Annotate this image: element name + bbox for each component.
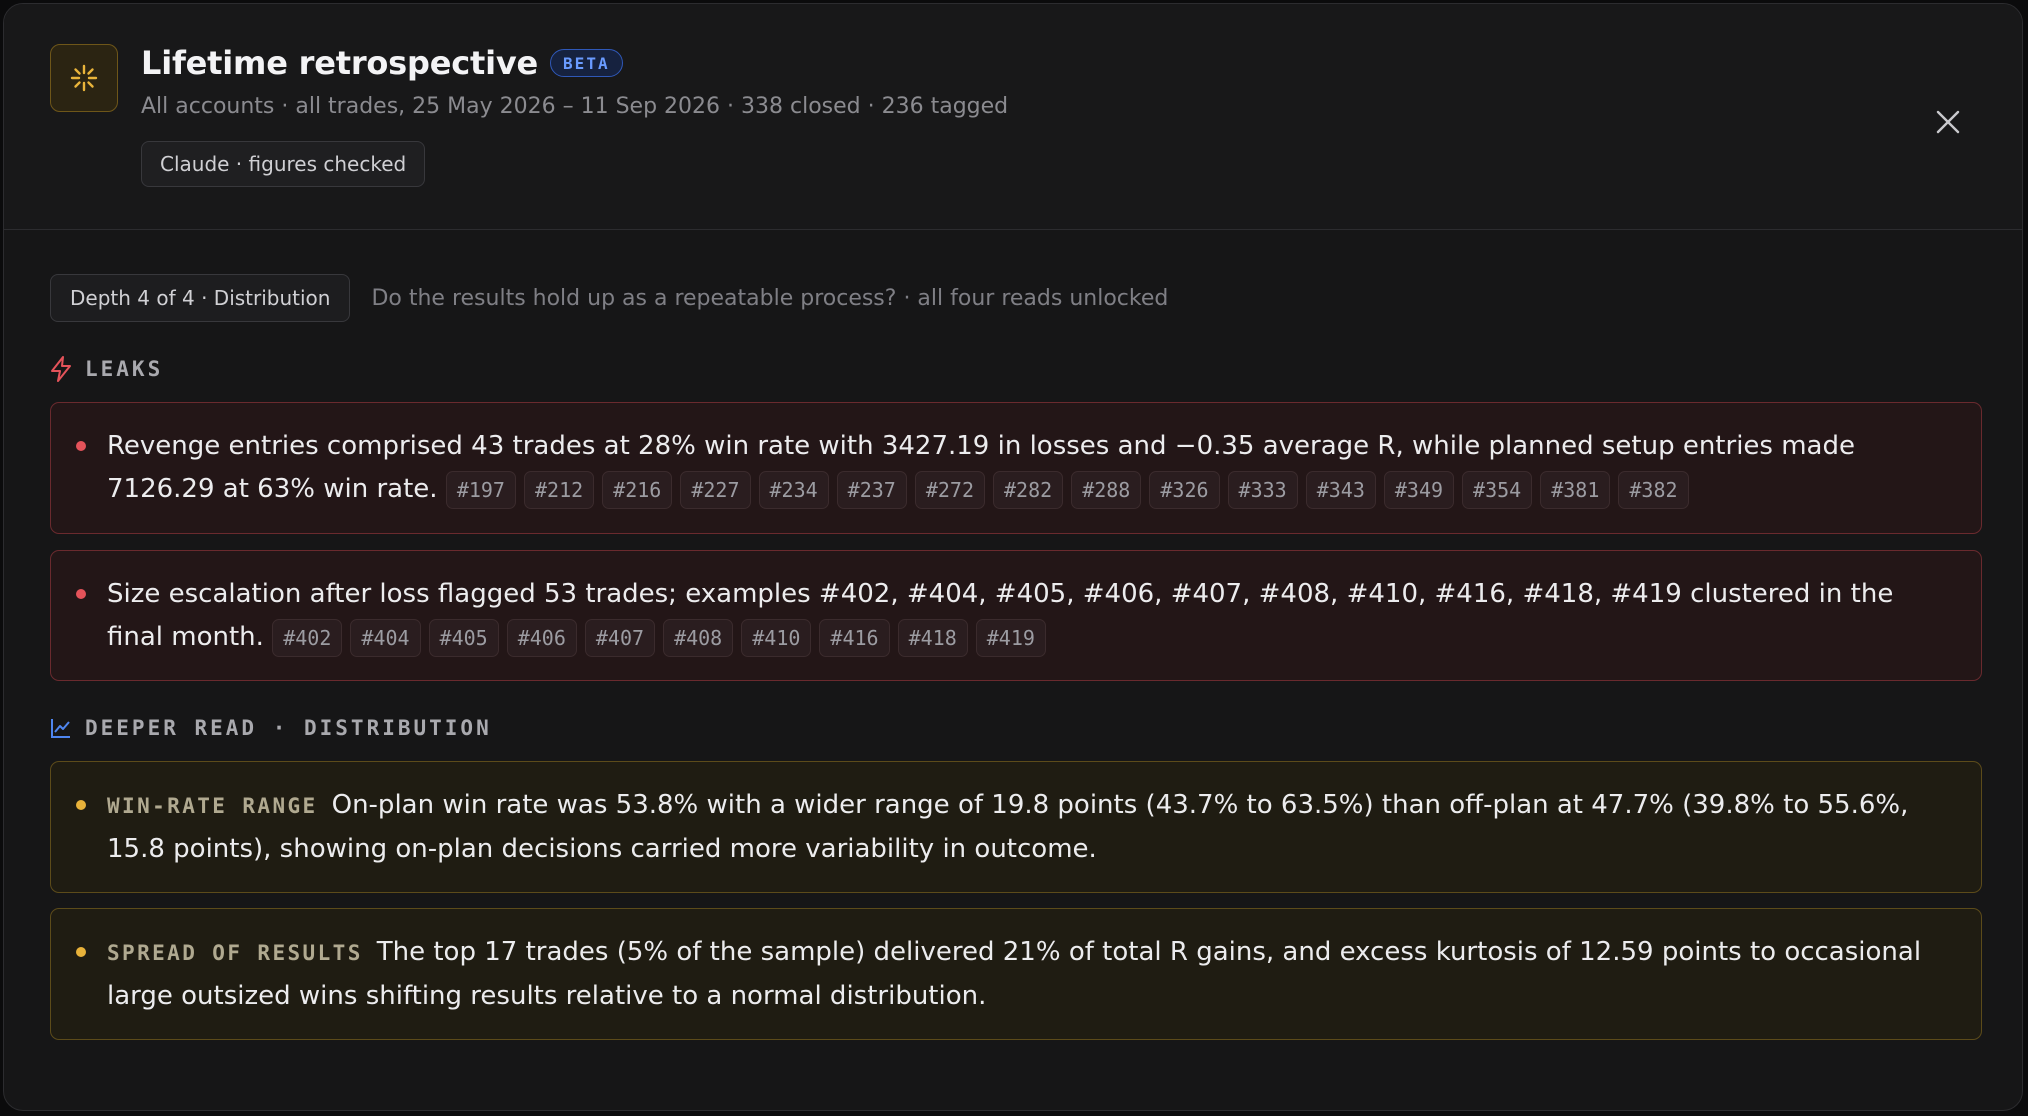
depth-row: Depth 4 of 4 · Distribution Do the resul… [50, 274, 1168, 322]
trade-tag[interactable]: #382 [1618, 470, 1689, 509]
trade-tag[interactable]: #216 [602, 470, 673, 509]
close-button[interactable] [1928, 102, 1968, 142]
scope-summary: All accounts · all trades, 25 May 2026 –… [141, 94, 1009, 119]
trade-tag[interactable]: #282 [993, 470, 1064, 509]
title-row: Lifetime retrospective BETA [141, 44, 623, 82]
trade-tag[interactable]: #406 [506, 618, 577, 657]
trade-tag[interactable]: #349 [1383, 470, 1455, 509]
modal-header: Lifetime retrospective BETA All accounts… [4, 4, 2022, 230]
retrospective-modal: Lifetime retrospective BETA All accounts… [3, 3, 2023, 1111]
trade-tag[interactable]: #404 [350, 618, 421, 657]
deeper-description: On-plan win rate was 53.8% with a wider … [107, 790, 1909, 864]
leak-card-2: Size escalation after loss flagged 53 tr… [50, 550, 1982, 681]
trade-tag[interactable]: #402 [272, 618, 343, 657]
deeper-kicker: WIN-RATE RANGE [107, 794, 318, 818]
trade-tag[interactable]: #407 [584, 618, 656, 657]
trade-tag[interactable]: #343 [1305, 470, 1376, 509]
page-title: Lifetime retrospective [141, 44, 539, 82]
sparkle-icon [50, 44, 118, 112]
deeper-description: The top 17 trades (5% of the sample) del… [107, 937, 1922, 1011]
leaks-label: LEAKS [85, 357, 164, 381]
trade-tag[interactable]: #326 [1149, 470, 1220, 509]
trade-tag[interactable]: #234 [758, 470, 829, 509]
trade-tag[interactable]: #227 [680, 470, 751, 509]
trade-tag[interactable]: #405 [428, 618, 499, 657]
deeper-bullet [76, 800, 86, 810]
deeper-card-1: WIN-RATE RANGE On-plan win rate was 53.8%… [50, 761, 1982, 893]
leak-card-1: Revenge entries comprised 43 trades at 2… [50, 402, 1982, 534]
trade-tag[interactable]: #381 [1540, 470, 1611, 509]
trade-tag[interactable]: #418 [897, 618, 968, 657]
trade-tag[interactable]: #237 [836, 470, 907, 509]
deeper-read-label: DEEPER READ · DISTRIBUTION [85, 716, 492, 740]
trade-tag[interactable]: #410 [741, 618, 812, 657]
trade-tag[interactable]: #333 [1227, 470, 1298, 509]
trade-tag[interactable]: #416 [819, 618, 890, 657]
deeper-kicker: SPREAD OF RESULTS [107, 941, 363, 965]
trade-tag[interactable]: #354 [1462, 470, 1533, 509]
deeper-bullet [76, 947, 86, 957]
deeper-read-section-header: DEEPER READ · DISTRIBUTION [50, 716, 492, 740]
leak-text-2: Size escalation after loss flagged 53 tr… [107, 573, 1957, 659]
leak-bullet [76, 589, 86, 599]
deeper-text-2: SPREAD OF RESULTS The top 17 trades (5% o… [107, 931, 1957, 1018]
trade-tag[interactable]: #408 [663, 618, 734, 657]
trade-tag[interactable]: #419 [975, 618, 1046, 657]
deeper-text-1: WIN-RATE RANGE On-plan win rate was 53.8%… [107, 784, 1957, 871]
depth-chip[interactable]: Depth 4 of 4 · Distribution [50, 274, 351, 322]
trade-tag[interactable]: #197 [445, 470, 516, 509]
figures-checked-chip: Claude · figures checked [141, 141, 426, 187]
beta-badge: BETA [550, 49, 623, 77]
trade-tag[interactable]: #272 [914, 470, 986, 509]
leaks-section-header: LEAKS [50, 356, 163, 382]
deeper-card-2: SPREAD OF RESULTS The top 17 trades (5% o… [50, 908, 1982, 1040]
lightning-icon [51, 356, 71, 382]
depth-description: Do the results hold up as a repeatable p… [371, 285, 1169, 311]
trade-tag[interactable]: #212 [523, 470, 595, 509]
close-icon [1936, 110, 1960, 134]
leak-text-1: Revenge entries comprised 43 trades at 2… [107, 425, 1957, 511]
trade-tag[interactable]: #288 [1071, 470, 1142, 509]
line-chart-icon [51, 719, 70, 738]
leak-bullet [76, 441, 86, 451]
